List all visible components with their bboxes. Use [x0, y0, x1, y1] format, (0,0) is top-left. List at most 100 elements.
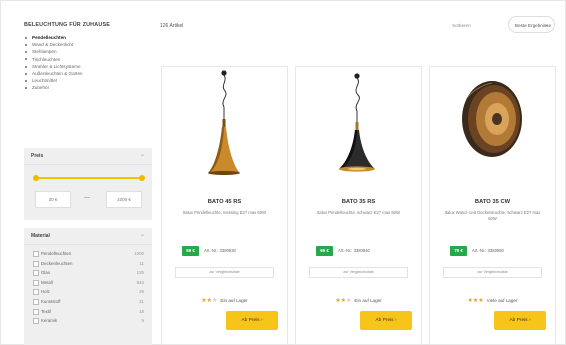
buy-button[interactable]: Ab Preis ›: [226, 311, 278, 330]
material-option-count: 844: [136, 279, 144, 285]
material-option[interactable]: Pendelleuchten 1000: [24, 249, 152, 259]
price-filter: Preis ⌄ 30 € 1000 €: [24, 148, 152, 220]
material-option-label: Holz: [41, 289, 50, 295]
compare-button[interactable]: zur Vergleichsliste: [443, 267, 542, 278]
product-card[interactable]: BATO 35 RS Italux Pendelleuchte, schwarz…: [295, 66, 422, 345]
chevron-down-icon[interactable]: ⌄: [140, 151, 145, 158]
material-option-count: 29: [139, 289, 144, 295]
chevron-right-icon: ›: [528, 318, 531, 323]
material-option-label: Textil: [41, 308, 52, 314]
buy-button[interactable]: Ab Preis ›: [360, 311, 412, 330]
material-option-label: Deckenleuchten: [41, 260, 73, 266]
material-option-count: 31: [139, 298, 144, 304]
material-option-count: 1000: [134, 251, 144, 256]
price-badge: 79 €: [450, 246, 467, 256]
star-icon: ★: [212, 298, 218, 304]
price-range-separator: [84, 197, 90, 198]
category-item-tischleuchten[interactable]: Tischleuchten: [24, 56, 152, 63]
star-icon: ★: [478, 298, 484, 304]
material-option-list: Pendelleuchten 1000 Deckenleuchten 11 Glas…: [24, 245, 152, 326]
price-badge: 69 €: [182, 246, 199, 256]
buy-button[interactable]: Ab Preis ›: [494, 311, 546, 330]
product-image[interactable]: [296, 69, 421, 187]
price-filter-header[interactable]: Preis ⌄: [24, 148, 152, 165]
sort-dropdown[interactable]: Beste Ergebnisse ⌄: [508, 16, 555, 33]
material-option-label: Pendelleuchten: [41, 251, 72, 256]
rating: ★★★ Viele auf Lager: [430, 289, 555, 307]
chevron-right-icon: ›: [394, 318, 397, 323]
material-option[interactable]: Metall 844: [24, 278, 152, 288]
rating: ★★★ Ein auf Lager: [296, 289, 421, 307]
product-name[interactable]: BATO 35 RS: [296, 199, 421, 205]
article-number: Art.-Nr.: 3380930: [204, 248, 236, 253]
price-filter-title: Preis: [31, 153, 44, 159]
stock-status: Ein auf Lager: [354, 298, 382, 303]
chevron-down-icon[interactable]: ⌄: [140, 231, 145, 238]
sort-label: Sortieren: [452, 23, 471, 28]
category-sidebar: BELEUCHTUNG FÜR ZUHAUSE Pendelleuchten W…: [24, 22, 152, 92]
pendant-lamp-image: [339, 73, 375, 172]
category-list: Pendelleuchten Wand & Deckenlicht Stehla…: [24, 34, 152, 92]
material-option-label: Keramik: [41, 318, 58, 324]
material-option[interactable]: Glas 125: [24, 268, 152, 278]
product-description: Italux Pendelleuchte, messing E27 max 60…: [182, 210, 267, 215]
material-option[interactable]: Keramik 9: [24, 316, 152, 326]
material-filter-title: Material: [31, 233, 50, 239]
compare-button[interactable]: zur Vergleichsliste: [309, 267, 408, 278]
buy-button-label: Ab Preis: [241, 318, 260, 323]
price-min-input[interactable]: 30 €: [35, 191, 71, 208]
category-item-leuchtmittel[interactable]: Leuchtmittel: [24, 77, 152, 84]
category-item-strahler[interactable]: Strahler & Lichtsysteme: [24, 63, 152, 70]
results-count: 126 Artikel: [160, 23, 184, 29]
material-option[interactable]: Deckenleuchten 11: [24, 259, 152, 269]
category-item-stehlampen[interactable]: Stehlampen: [24, 48, 152, 55]
price-slider-min-handle[interactable]: [33, 174, 39, 181]
buy-button-label: Ab Preis: [509, 318, 528, 323]
product-description: Italux Wand- und Deckenleuchte, schwarz …: [444, 210, 541, 221]
product-name[interactable]: BATO 45 RS: [162, 199, 287, 205]
price-badge: 69 €: [316, 246, 333, 256]
checkbox[interactable]: [33, 251, 39, 257]
price-slider-max-handle[interactable]: [139, 174, 145, 181]
material-option[interactable]: Kunststoff 31: [24, 297, 152, 307]
checkbox[interactable]: [33, 260, 39, 267]
product-card[interactable]: BATO 45 RS Italux Pendelleuchte, messing…: [161, 66, 288, 345]
material-filter: Material ⌄ Pendelleuchten 1000 Deckenleuc…: [24, 228, 152, 345]
product-image[interactable]: [162, 69, 287, 187]
compare-button[interactable]: zur Vergleichsliste: [175, 267, 274, 278]
product-image[interactable]: [430, 69, 555, 187]
material-option-label: Glas: [41, 270, 51, 276]
checkbox[interactable]: [33, 298, 39, 305]
sidebar-title: BELEUCHTUNG FÜR ZUHAUSE: [24, 22, 111, 28]
article-number: Art.-Nr.: 3380940: [338, 248, 370, 253]
stock-status: Ein auf Lager: [220, 298, 248, 303]
price-max-input[interactable]: 1000 €: [106, 191, 142, 208]
pendant-lamp-image: [208, 70, 240, 175]
article-number: Art.-Nr.: 3380950: [472, 248, 504, 253]
material-filter-header[interactable]: Material ⌄: [24, 228, 152, 245]
stock-status: Viele auf Lager: [486, 298, 518, 303]
checkbox[interactable]: [33, 318, 39, 325]
checkbox[interactable]: [33, 289, 39, 296]
category-item-pendelleuchten[interactable]: Pendelleuchten: [24, 34, 152, 41]
material-option-label: Kunststoff: [41, 298, 61, 304]
category-item-wand-decke[interactable]: Wand & Deckenlicht: [24, 41, 152, 48]
checkbox[interactable]: [33, 270, 39, 277]
checkbox[interactable]: [33, 279, 39, 286]
product-card[interactable]: BATO 35 CW Italux Wand- und Deckenleucht…: [429, 66, 556, 345]
price-range-slider[interactable]: [33, 174, 145, 181]
category-item-aussenleuchten[interactable]: Außenleuchten & Garten: [24, 70, 152, 77]
product-name[interactable]: BATO 35 CW: [430, 199, 555, 205]
checkbox[interactable]: [33, 308, 39, 315]
material-option-count: 125: [136, 270, 144, 276]
chevron-down-icon: ⌄: [543, 22, 549, 28]
material-option-label: Metall: [41, 279, 53, 285]
material-option[interactable]: Holz 29: [24, 287, 152, 297]
wall-lamp-image: [462, 81, 522, 157]
category-item-zubehoer[interactable]: Zubehör: [24, 84, 152, 91]
material-option-count: 11: [139, 260, 144, 266]
rating: ★★★ Ein auf Lager: [162, 289, 287, 307]
material-option[interactable]: Textil 18: [24, 307, 152, 317]
chevron-right-icon: ›: [260, 318, 263, 323]
material-option-count: 18: [139, 308, 144, 314]
